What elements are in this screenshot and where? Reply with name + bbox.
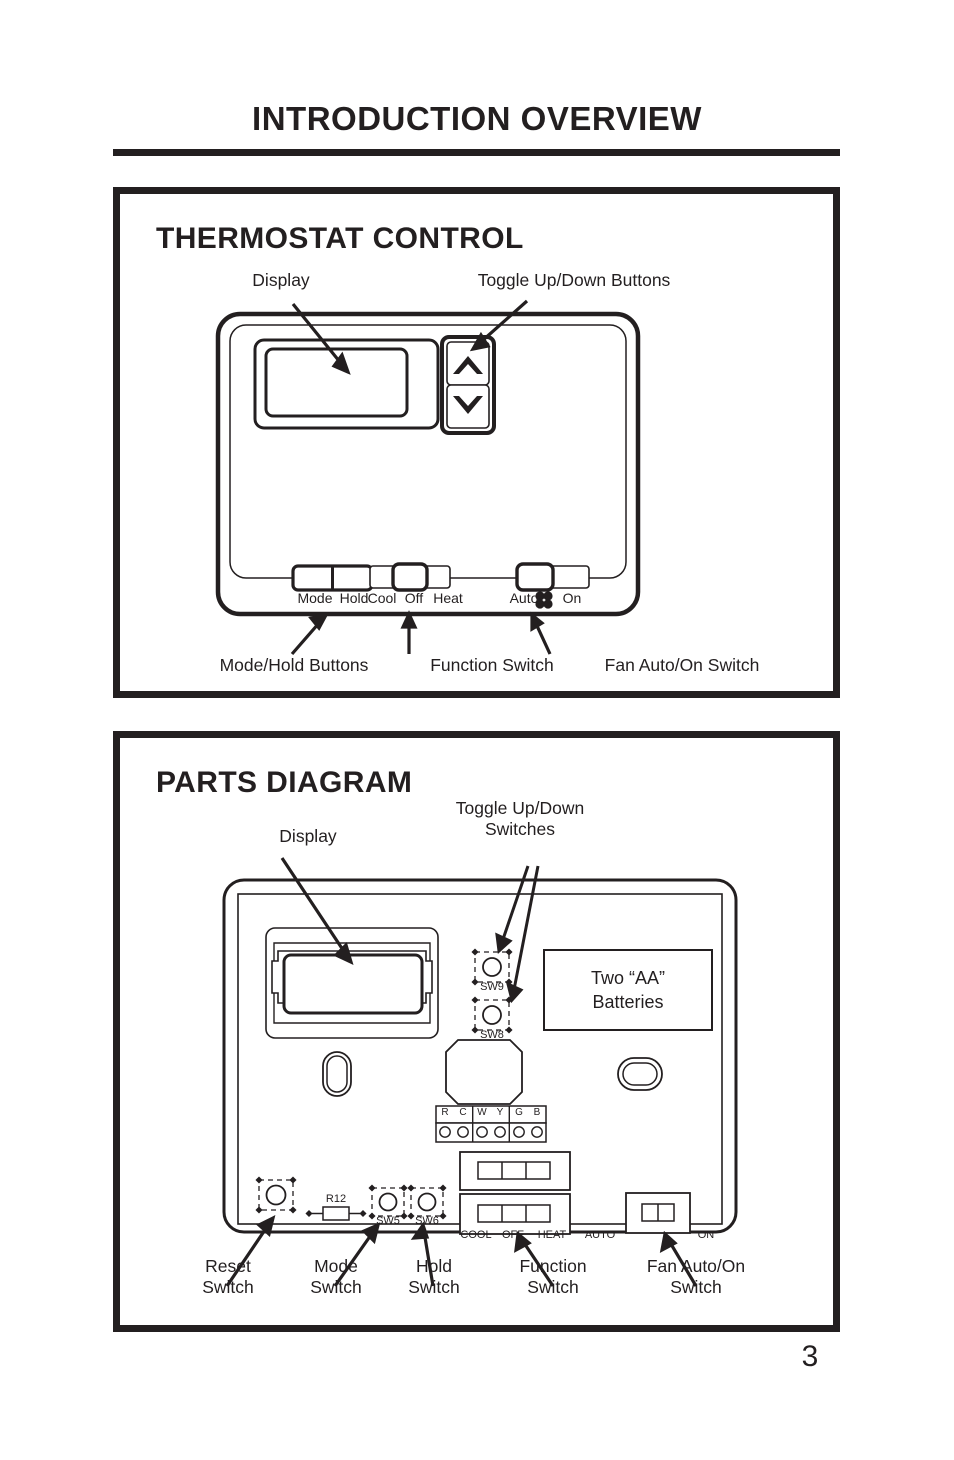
terminal-label-b: B [533,1107,541,1118]
thermostat-control-panel: THERMOSTAT CONTROL Display Toggle Up/Dow… [113,187,840,698]
function-switch-slider[interactable] [391,562,429,592]
leader-mode-hold [290,612,330,656]
manual-page: INTRODUCTION OVERVIEW THERMOSTAT CONTROL… [0,0,954,1460]
terminal-label-r: R [441,1107,449,1118]
fan-switch-slider[interactable] [515,562,555,592]
function-switch-block[interactable] [459,1193,571,1235]
terminal-label-c: C [459,1107,467,1118]
callout-parts-fan-switch: Fan Auto/On Switch [646,1256,746,1297]
mounting-hole-right [617,1057,663,1091]
label-sw5: SW5 [376,1215,400,1227]
thermostat-illustration [215,299,641,656]
parts-diagram-panel: PARTS DIAGRAM Display Toggle Up/Down Swi… [113,731,840,1332]
label-on: On [562,590,582,606]
terminal-label-w: W [477,1107,487,1118]
callout-parts-function-switch: Function Switch [519,1256,587,1297]
relay-block-upper [459,1151,571,1191]
leader-function-switch [400,610,418,654]
label-heat: HEAT [537,1229,567,1241]
label-on: ON [697,1229,715,1241]
label-battery-compartment: Two “AA” Batteries [590,968,665,1013]
label-auto: AUTO [584,1229,616,1241]
label-r12: R12 [325,1193,347,1205]
label-mode: Mode [297,590,333,606]
callout-mode-hold: Mode/Hold Buttons [219,655,369,675]
sensor-chip [445,1039,523,1105]
label-off: Off [404,590,424,606]
page-title: INTRODUCTION OVERVIEW [252,100,702,137]
label-heat: Heat [433,590,463,606]
label-off: OFF [502,1229,524,1241]
leader-fan-switch [530,611,552,655]
label-sw9: SW9 [480,981,504,993]
callout-fan-switch: Fan Auto/On Switch [604,655,760,675]
callout-function-switch: Function Switch [430,655,554,675]
label-sw8: SW8 [480,1029,504,1041]
fan-auto-on-switch-block[interactable] [625,1192,691,1234]
terminal-label-g: G [515,1107,523,1118]
label-cool: Cool [367,590,397,606]
label-cool: COOL [460,1229,492,1241]
title-divider [113,149,840,156]
page-number: 3 [801,1340,819,1373]
label-auto: Auto [509,590,539,606]
label-sw6: SW6 [415,1215,439,1227]
terminal-label-y: Y [496,1107,504,1118]
mounting-hole-left [322,1051,352,1097]
